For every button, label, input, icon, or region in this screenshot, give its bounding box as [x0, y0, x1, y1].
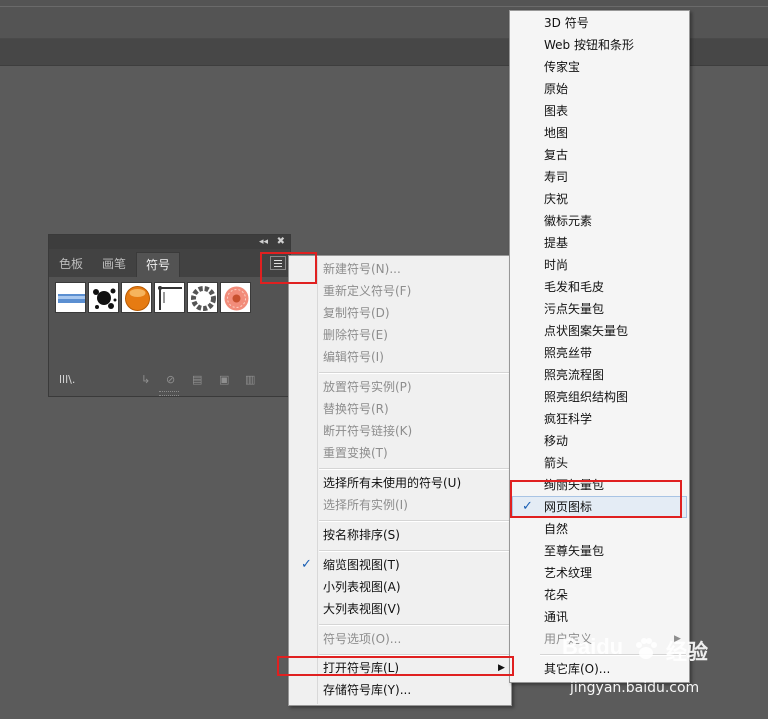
menu-item-duplicate-symbol[interactable]: 复制符号(D)	[289, 302, 511, 324]
baidu-watermark: Baidu 经验 jingyan.baidu.com	[558, 630, 766, 716]
menu-item-sort-by-name[interactable]: 按名称排序(S)	[289, 524, 511, 546]
submenu-item[interactable]: 点状图案矢量包	[510, 320, 689, 342]
corner-frame-icon	[158, 286, 182, 310]
submenu-item[interactable]: 移动	[510, 430, 689, 452]
menu-item-save-symbol-library[interactable]: 存储符号库(Y)...	[289, 679, 511, 701]
symbol-orange-button[interactable]	[121, 282, 152, 313]
symbol-blue-banner[interactable]	[55, 282, 86, 313]
symbol-ink-splatter[interactable]	[88, 282, 119, 313]
submenu-item[interactable]: 3D 符号	[510, 12, 689, 34]
submenu-item[interactable]: 毛发和毛皮	[510, 276, 689, 298]
submenu-item[interactable]: 庆祝	[510, 188, 689, 210]
panel-titlebar[interactable]: ◂◂ ✖	[49, 235, 290, 249]
submenu-item[interactable]: 时尚	[510, 254, 689, 276]
menu-item-small-list-view[interactable]: 小列表视图(A)	[289, 576, 511, 598]
resize-grip[interactable]	[159, 391, 179, 396]
menu-item-redefine-symbol[interactable]: 重新定义符号(F)	[289, 280, 511, 302]
checkmark-icon: ✓	[301, 557, 312, 572]
menu-separator	[319, 468, 509, 470]
symbol-corner-frame[interactable]	[154, 282, 185, 313]
submenu-item[interactable]: 照亮组织结构图	[510, 386, 689, 408]
menu-item-select-unused[interactable]: 选择所有未使用的符号(U)	[289, 472, 511, 494]
submenu-item[interactable]: 提基	[510, 232, 689, 254]
symbol-libraries-icon[interactable]: lll\.	[59, 373, 75, 386]
panel-bottom-toolbar: lll\. ↳ ⊘ ▤ ▣ ▥	[49, 371, 290, 389]
symbol-pink-flower[interactable]	[220, 282, 251, 313]
symbols-panel: ◂◂ ✖ 色板 画笔 符号 lll\. ↳ ⊘ ▤ ▣ ▥	[48, 234, 291, 397]
menu-separator	[319, 550, 509, 552]
break-link-icon[interactable]: ⊘	[166, 373, 175, 386]
ink-splatter-icon	[93, 288, 117, 309]
orange-button-icon	[125, 286, 150, 311]
watermark-logo: Baidu	[562, 634, 624, 659]
menu-item-replace-symbol[interactable]: 替换符号(R)	[289, 398, 511, 420]
submenu-item[interactable]: 至尊矢量包	[510, 540, 689, 562]
menu-separator	[319, 372, 509, 374]
place-instance-icon[interactable]: ↳	[141, 373, 150, 386]
watermark-url: jingyan.baidu.com	[570, 680, 700, 696]
submenu-item[interactable]: 自然	[510, 518, 689, 540]
menu-item-break-link[interactable]: 断开符号链接(K)	[289, 420, 511, 442]
collapse-icon[interactable]: ◂◂	[259, 236, 268, 248]
annotation-box-menu-button	[260, 252, 317, 284]
submenu-item[interactable]: 徽标元素	[510, 210, 689, 232]
tab-brushes[interactable]: 画笔	[93, 252, 135, 277]
menu-item-reset-transform[interactable]: 重置变换(T)	[289, 442, 511, 464]
submenu-item[interactable]: Web 按钮和条形	[510, 34, 689, 56]
ring-wreath-icon	[191, 286, 216, 311]
menu-item-place-instance[interactable]: 放置符号实例(P)	[289, 376, 511, 398]
watermark-suffix: 经验	[666, 640, 708, 664]
submenu-item[interactable]: 复古	[510, 144, 689, 166]
submenu-item[interactable]: 传家宝	[510, 56, 689, 78]
tab-symbols[interactable]: 符号	[136, 252, 180, 277]
submenu-item[interactable]: 原始	[510, 78, 689, 100]
close-icon[interactable]: ✖	[277, 236, 285, 248]
menu-item-select-all-instances[interactable]: 选择所有实例(I)	[289, 494, 511, 516]
tab-swatches[interactable]: 色板	[49, 252, 93, 277]
annotation-box-web-icons	[510, 480, 682, 518]
menu-separator	[319, 520, 509, 522]
menu-item-edit-symbol[interactable]: 编辑符号(I)	[289, 346, 511, 368]
trash-icon[interactable]: ▥	[245, 373, 255, 386]
menu-separator	[319, 624, 509, 626]
submenu-item[interactable]: 花朵	[510, 584, 689, 606]
menu-item-delete-symbol[interactable]: 删除符号(E)	[289, 324, 511, 346]
submenu-item[interactable]: 箭头	[510, 452, 689, 474]
submenu-item[interactable]: 艺术纹理	[510, 562, 689, 584]
submenu-item[interactable]: 图表	[510, 100, 689, 122]
submenu-item[interactable]: 通讯	[510, 606, 689, 628]
new-symbol-icon[interactable]: ▣	[219, 373, 229, 386]
blue-banner-icon	[58, 294, 85, 303]
panel-flyout-menu: 新建符号(N)... 重新定义符号(F) 复制符号(D) 删除符号(E) 编辑符…	[288, 255, 512, 706]
paw-icon	[636, 638, 657, 659]
symbol-library-submenu: 3D 符号 Web 按钮和条形 传家宝 原始 图表 地图 复古 寿司 庆祝 徽标…	[509, 10, 690, 683]
submenu-item[interactable]: 地图	[510, 122, 689, 144]
panel-tabs: 色板 画笔 符号	[49, 249, 290, 277]
symbol-ring-wreath[interactable]	[187, 282, 218, 313]
annotation-box-open-library	[277, 656, 514, 676]
menu-item-new-symbol[interactable]: 新建符号(N)...	[289, 258, 511, 280]
menu-item-thumbnail-view[interactable]: ✓ 缩览图视图(T)	[289, 554, 511, 576]
symbol-options-icon[interactable]: ▤	[192, 373, 202, 386]
submenu-item[interactable]: 照亮流程图	[510, 364, 689, 386]
submenu-item[interactable]: 疯狂科学	[510, 408, 689, 430]
submenu-item[interactable]: 污点矢量包	[510, 298, 689, 320]
submenu-item[interactable]: 寿司	[510, 166, 689, 188]
pink-flower-icon	[224, 286, 249, 311]
submenu-item[interactable]: 照亮丝带	[510, 342, 689, 364]
menu-item-large-list-view[interactable]: 大列表视图(V)	[289, 598, 511, 620]
menu-item-symbol-options[interactable]: 符号选项(O)...	[289, 628, 511, 650]
